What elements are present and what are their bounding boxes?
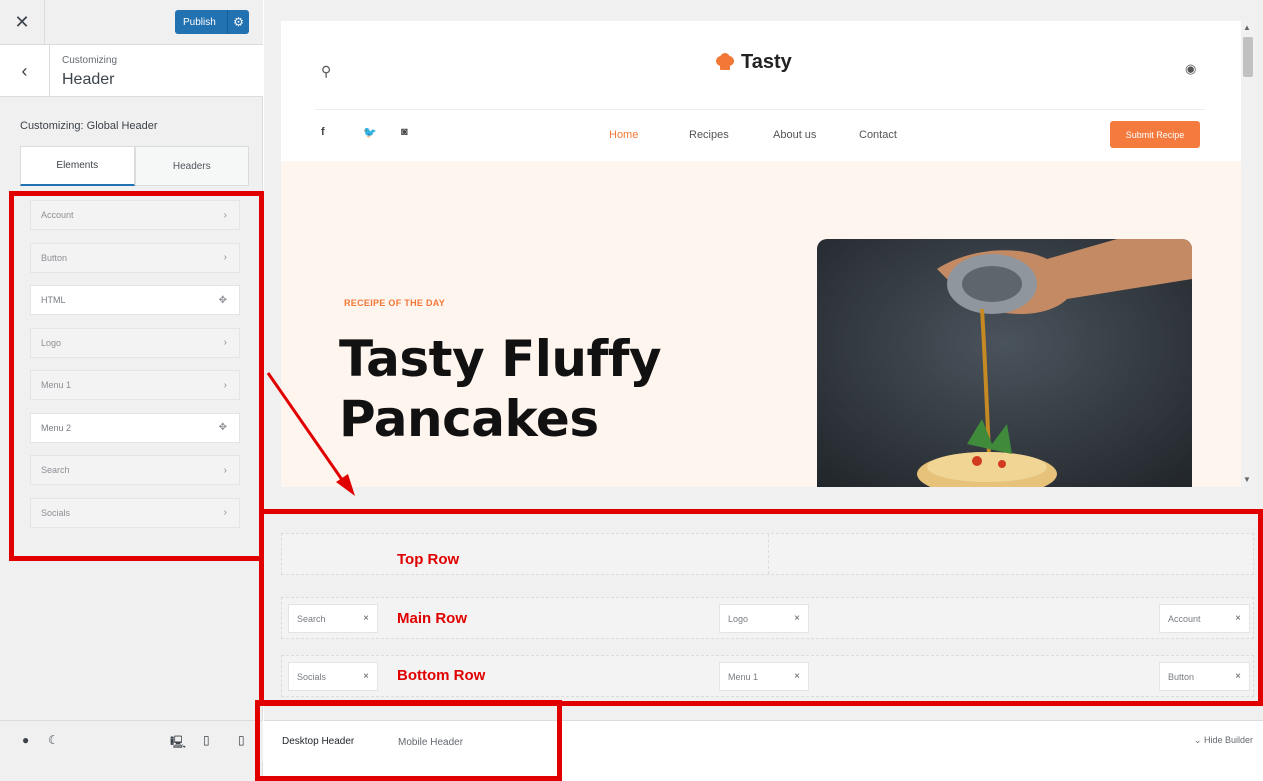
scroll-down-icon[interactable]: ▼ [1243, 475, 1251, 484]
close-icon[interactable]: ✕ [0, 0, 45, 45]
tab-elements[interactable]: Elements [20, 146, 135, 186]
nav-home[interactable]: Home [609, 129, 638, 141]
instagram-icon[interactable]: ◙ [401, 126, 408, 138]
tablet-icon[interactable]: ▯ [203, 733, 210, 747]
sidebar-top-bar: ✕ Publish ⚙ [0, 0, 263, 45]
header-divider [315, 109, 1205, 110]
desktop-icon[interactable]: 🖳 [170, 733, 186, 754]
hero-title-line-1: Tasty Fluffy [339, 330, 662, 388]
scroll-thumb[interactable] [1243, 37, 1253, 77]
chef-hat-icon [716, 52, 734, 70]
section-small-label: Customizing [62, 55, 118, 66]
sidebar-footer: ● ☾ 🖳 ▯ ▯ [0, 720, 263, 762]
moon-icon[interactable]: ☾ [48, 733, 59, 747]
annotation-tabs-box [255, 700, 562, 781]
section-title: Header [62, 71, 115, 88]
customizing-title: Customizing: Global Header [20, 120, 158, 132]
hero-subtitle: RECEIPE OF THE DAY [344, 298, 446, 308]
gear-icon[interactable]: ⚙ [227, 10, 249, 34]
nav-about[interactable]: About us [773, 129, 816, 141]
annotation-builder-box [259, 509, 1263, 706]
mobile-icon[interactable]: ▯ [238, 733, 245, 747]
publish-label[interactable]: Publish [183, 17, 216, 28]
circle-settings-icon[interactable]: ● [22, 733, 29, 747]
element-tabs: Elements Headers [20, 146, 249, 186]
twitter-icon[interactable]: 🐦 [363, 126, 377, 139]
site-preview: ⚲ Tasty ◉ f 🐦 ◙ Home Recipes About us Co… [281, 21, 1241, 487]
logo-text: Tasty [741, 51, 792, 73]
nav-contact[interactable]: Contact [859, 129, 897, 141]
back-arrow-icon[interactable]: ‹ [0, 45, 50, 97]
section-header: ‹ Customizing Header [0, 45, 263, 97]
pancake-photo [817, 239, 1192, 487]
scroll-up-icon[interactable]: ▲ [1243, 23, 1251, 32]
hide-builder-label[interactable]: Hide Builder [1204, 735, 1253, 745]
user-account-icon[interactable]: ◉ [1185, 61, 1196, 77]
hide-builder-toggle[interactable]: ⌄ Hide Builder [1194, 735, 1253, 746]
hero-title-line-2: Pancakes [339, 390, 599, 448]
submit-recipe-button[interactable]: Submit Recipe [1110, 121, 1200, 148]
preview-scrollbar[interactable]: ▲ ▼ [1241, 21, 1255, 487]
annotation-elements-box [9, 191, 264, 561]
nav-recipes[interactable]: Recipes [689, 129, 729, 141]
hero-section: RECEIPE OF THE DAY Tasty Fluffy Pancakes [281, 161, 1241, 487]
tab-headers[interactable]: Headers [134, 146, 249, 186]
publish-button[interactable]: Publish ⚙ [175, 10, 249, 34]
search-icon[interactable]: ⚲ [321, 63, 331, 80]
hero-image [817, 239, 1192, 487]
facebook-icon[interactable]: f [321, 126, 325, 138]
hero-title: Tasty Fluffy Pancakes [339, 329, 662, 449]
site-logo[interactable]: Tasty [715, 51, 792, 74]
